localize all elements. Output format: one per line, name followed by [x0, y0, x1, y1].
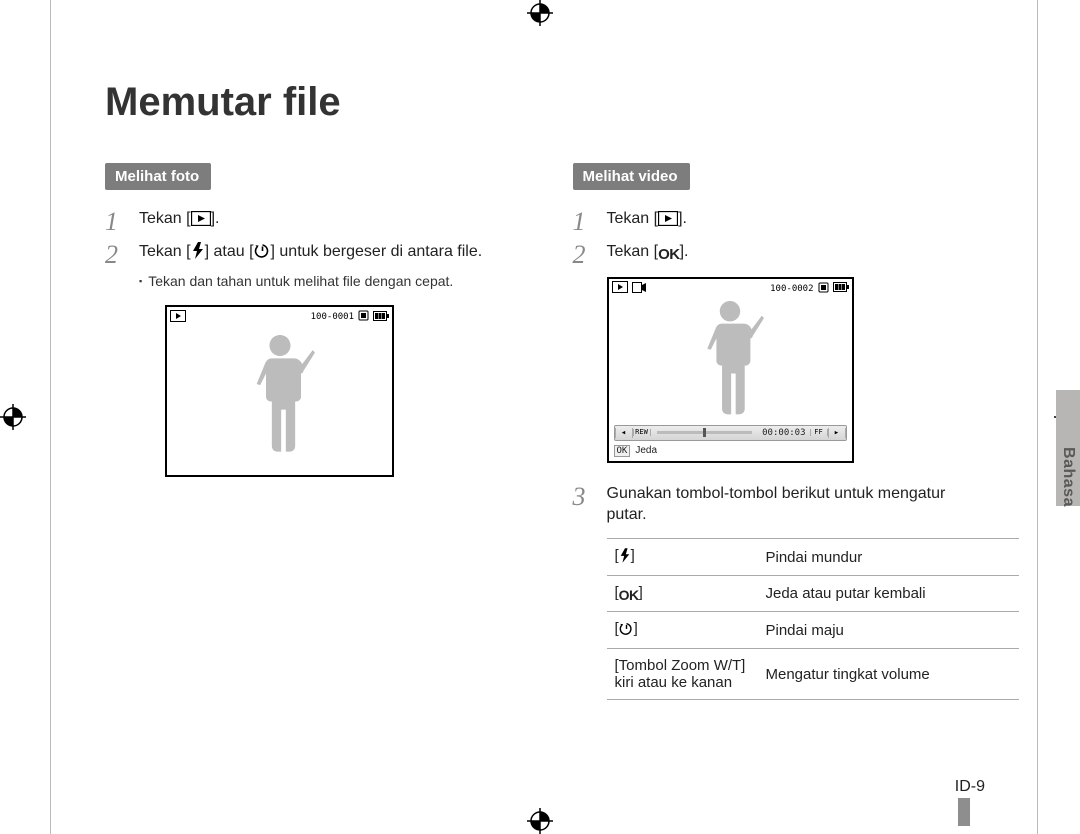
language-tab-label: Bahasa: [1059, 447, 1077, 507]
rewind-icon: ◂: [615, 428, 633, 438]
page-title: Memutar file: [105, 80, 985, 125]
photo-note: Tekan dan tahan untuk melihat file denga…: [139, 273, 518, 289]
file-counter: 100-0002: [770, 284, 813, 294]
key-cell: []: [607, 539, 758, 576]
section-label-video: Melihat video: [573, 163, 690, 190]
video-step-2: Tekan [OK].: [573, 241, 986, 265]
video-step-1: Tekan [].: [573, 208, 986, 233]
scan-fwd-icon: FF: [810, 429, 828, 436]
flash-icon: [191, 242, 205, 266]
section-viewing-photos: Melihat foto Tekan []. Tekan [] atau [] …: [105, 163, 518, 700]
battery-icon: [373, 311, 389, 324]
playback-mode-icon: [170, 310, 186, 325]
registration-mark-top: [527, 0, 553, 26]
self-timer-icon: [254, 242, 271, 266]
pause-label: Jeda: [635, 445, 657, 456]
table-row: [Tombol Zoom W/T] kiri atau ke kanan Men…: [607, 649, 1020, 700]
desc-cell: Pindai mundur: [758, 539, 1020, 576]
elapsed-time: 00:00:03: [762, 428, 805, 438]
movie-icon: [632, 282, 646, 296]
page-number: ID-9: [955, 778, 985, 796]
key-cell: [OK]: [607, 576, 758, 612]
photo-step-1: Tekan [].: [105, 208, 518, 233]
card-icon: [818, 282, 829, 296]
photo-step-2: Tekan [] atau [] untuk bergeser di antar…: [105, 241, 518, 266]
person-silhouette-icon: [245, 335, 315, 463]
table-row: [OK] Jeda atau putar kembali: [607, 576, 1020, 612]
ok-indicator-icon: OK: [614, 445, 631, 457]
registration-mark-left: [0, 404, 26, 430]
video-progress-bar: ◂ REW 00:00:03 FF ▸: [614, 425, 847, 441]
card-icon: [358, 310, 369, 324]
play-button-icon: [191, 211, 211, 233]
forward-icon: ▸: [828, 428, 846, 438]
photo-screen-illustration: 100-0001: [165, 305, 394, 477]
scan-back-icon: REW: [633, 429, 651, 436]
flash-icon: [619, 548, 631, 567]
file-counter: 100-0001: [311, 312, 354, 322]
key-cell: []: [607, 612, 758, 649]
language-tab: Bahasa: [1056, 390, 1080, 506]
battery-icon: [833, 282, 849, 295]
table-row: [] Pindai maju: [607, 612, 1020, 649]
ok-button-icon: OK: [619, 587, 639, 603]
ok-button-icon: OK: [658, 245, 680, 265]
self-timer-icon: [619, 621, 634, 640]
video-step-3: Gunakan tombol-tombol berikut untuk meng…: [573, 483, 986, 526]
page-marker: [958, 798, 970, 826]
desc-cell: Jeda atau putar kembali: [758, 576, 1020, 612]
key-cell: [Tombol Zoom W/T] kiri atau ke kanan: [607, 649, 758, 700]
crop-guide-left: [50, 0, 51, 834]
section-label-photo: Melihat foto: [105, 163, 211, 190]
registration-mark-bottom: [527, 808, 553, 834]
video-screen-illustration: 100-0002 ◂ REW 00:00:03 FF ▸: [607, 277, 854, 463]
playback-mode-icon: [612, 281, 628, 296]
table-row: [] Pindai mundur: [607, 539, 1020, 576]
play-button-icon: [658, 211, 678, 233]
person-silhouette-icon: [696, 301, 764, 426]
desc-cell: Pindai maju: [758, 612, 1020, 649]
crop-guide-right: [1037, 0, 1038, 834]
section-viewing-video: Melihat video Tekan []. Tekan [OK]. 100-…: [573, 163, 986, 700]
playback-controls-table: [] Pindai mundur [OK] Jeda atau putar ke…: [607, 538, 1020, 700]
desc-cell: Mengatur tingkat volume: [758, 649, 1020, 700]
